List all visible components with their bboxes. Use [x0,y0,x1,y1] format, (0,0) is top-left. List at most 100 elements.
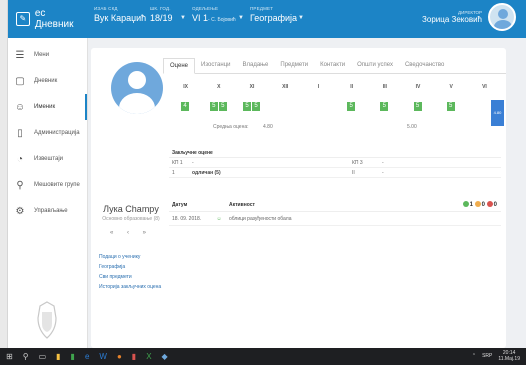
chevron-down-icon[interactable]: ▼ [238,15,244,21]
sidebar-item-label: Извештаји [34,156,64,162]
link-geography[interactable]: Географија [99,264,179,271]
tab-overall-success[interactable]: Општи успех [351,58,399,74]
link-final-grades-history[interactable]: Историја закључних оцена [99,284,179,291]
sidebar-item-management[interactable]: ⚙ Упрaвљање [8,198,87,224]
grade-cell[interactable]: 5 [401,94,434,112]
neutral-icon [474,201,481,208]
school-selector[interactable]: ИЗАБ СКД Вук Караџић [94,6,146,32]
pdf-icon[interactable]: ▮ [132,352,136,361]
grade-badge[interactable]: 5 [243,102,251,111]
month-header: XII [282,84,289,90]
coat-of-arms-icon [37,301,57,339]
student-avatar [111,62,163,114]
tabs: Оцене Изостанци Владање Предмети Контакт… [163,58,506,74]
people-icon: ☺ [14,101,26,113]
sidebar-item-dnevnik[interactable]: ▢ Дневник [8,68,87,94]
grade-badge[interactable]: 5 [380,102,389,111]
sidebar-item-label: Администрација [34,130,80,136]
chevron-down-icon[interactable]: ▼ [298,15,304,21]
column-date: Датум [172,202,188,208]
grade-cell[interactable]: 5 [435,94,468,112]
brand[interactable]: ✎ ес Дневник [8,0,86,38]
sidebar-item-menu[interactable]: ☰ Мени [8,42,87,68]
clock-date[interactable]: 11.Мај.19 [498,356,520,362]
sidebar-item-reports[interactable]: ◔ Извештаји [8,146,87,172]
table-row: 1 одличан (5) II - [169,168,501,178]
student-panel: Лука Champy Основно образовање (8) « ‹ »… [91,48,506,348]
sidebar-item-label: Упрaвљање [34,208,68,214]
tab-contacts[interactable]: Контакти [314,58,351,74]
sidebar-item-imenik[interactable]: ☺ Именик [8,94,87,120]
settings-icon: ⚙ [15,205,25,217]
chrome-icon[interactable]: ● [117,352,122,361]
word-icon[interactable]: W [99,352,107,361]
left-ruler [0,0,8,348]
table-row[interactable]: 18. 09. 2018. ☺ облици разуђености обала [169,212,501,226]
year-selector[interactable]: ШК. ГОД. 18/19 [150,6,173,32]
grade-cell[interactable]: 5 [335,94,368,112]
app-icon[interactable]: ▮ [71,352,75,361]
school-value: Вук Караџић [94,13,147,23]
grade-cell[interactable]: 5 [368,94,401,112]
student-program: Основно образовање (8) [102,216,160,222]
user-menu[interactable]: ДИРЕКТОР Зорица Зековић [422,3,516,31]
average-row: Средња оцена: 4.80 5.00 [169,124,501,134]
class-value: VI 1 [192,13,209,23]
grade-badge[interactable]: 5 [218,102,227,111]
subject-selector[interactable]: ПРЕДМЕТ Географија [250,6,297,32]
average-value-1: 4.80 [263,124,273,130]
menu-icon: ☰ [15,49,25,61]
grades-row: 455555555 [169,94,501,112]
month-header: VI [482,84,487,90]
sidebar-item-label: Именик [34,104,56,110]
lang-indicator[interactable]: SRP [482,353,492,359]
grade-cell[interactable]: 55 [235,94,268,112]
network-icon[interactable]: ⌃ [472,353,476,359]
link-student-data[interactable]: Подаци о ученику [99,254,179,261]
tab-absences[interactable]: Изостанци [195,58,236,74]
image-icon[interactable]: ◆ [162,352,168,361]
link-all-subjects[interactable]: Сви предмети [99,274,179,281]
class-label: ОДЕЉЕЊЕ [192,6,219,11]
cell: - [382,170,384,176]
taskbar: ⊞ ⚲ ▭ ▮ ▮ e W ● ▮ X ◆ ⌃ SRP 20:14 11.Мај… [0,348,526,365]
windows-start-icon[interactable]: ⊞ [6,352,13,361]
grade-cell[interactable]: 55 [202,94,235,112]
chart-icon: ◔ [16,153,24,165]
avatar[interactable] [488,3,516,31]
grade-badge[interactable]: 5 [413,102,422,111]
grade-badge[interactable]: 5 [252,102,260,111]
tab-certificate[interactable]: Сведочанство [399,58,450,74]
brand-name: ес Дневник [34,8,74,30]
document-icon: ▯ [17,127,23,139]
student-name: Лука Champy [103,204,159,214]
search-icon[interactable]: ⚲ [23,352,29,361]
sidebar-item-label: Мешовите групе [34,182,80,188]
tab-subjects[interactable]: Предмети [274,58,314,74]
grade-badge[interactable]: 5 [209,102,218,111]
grade-badge[interactable]: 5 [347,102,356,111]
grade-cell[interactable]: 4 [169,94,202,112]
student-pager[interactable]: « ‹ » [103,230,159,236]
user-role: ДИРЕКТОР [458,10,482,15]
tab-grades[interactable]: Оцене [163,58,196,74]
chevron-down-icon[interactable]: ▼ [180,15,186,21]
grade-badge[interactable]: 4 [181,102,190,111]
folder-icon[interactable]: ▮ [56,352,60,361]
cell: 1 [172,170,175,176]
task-view-icon[interactable]: ▭ [39,352,47,361]
average-value-2: 5.00 [407,124,417,130]
edn-logo-icon: ✎ [16,12,30,26]
class-selector[interactable]: ОДЕЉЕЊЕ VI 1- С. Бојовић [192,6,236,32]
excel-icon[interactable]: X [146,352,151,361]
positive-count: 1 [469,202,473,208]
class-teacher: - С. Бојовић [208,17,236,23]
edge-icon[interactable]: e [85,352,89,361]
sidebar-item-administration[interactable]: ▯ Администрација [8,120,87,146]
sidebar-item-mixed-groups[interactable]: ⚲ Мешовите групе [8,172,87,198]
tab-behavior[interactable]: Владање [236,58,274,74]
cell: одличан (5) [192,170,221,176]
grade-badge[interactable]: 5 [446,102,455,111]
cell: КП 1 [172,160,183,166]
positive-icon [462,201,469,208]
